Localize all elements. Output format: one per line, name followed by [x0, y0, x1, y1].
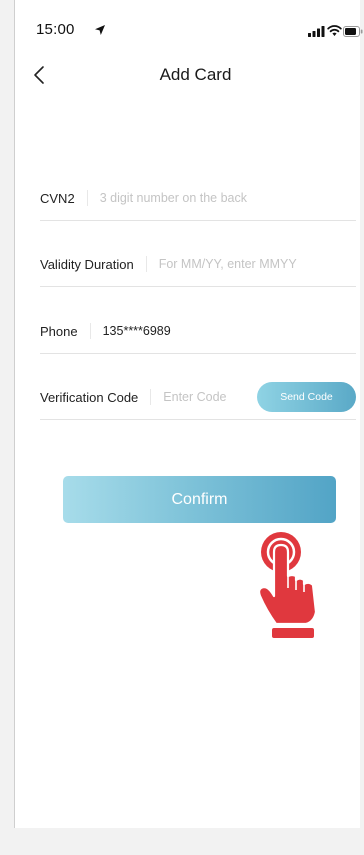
- verification-row: Verification Code Send Code: [40, 375, 356, 420]
- phone-row: Phone 135****6989: [40, 309, 356, 354]
- phone-value: 135****6989: [102, 324, 171, 338]
- send-code-button[interactable]: Send Code: [257, 382, 356, 412]
- field-separator: [89, 323, 91, 339]
- field-separator: [86, 190, 88, 206]
- status-time: 15:00: [36, 21, 75, 38]
- cvn2-row: CVN2: [40, 176, 356, 221]
- device-frame-bottom: [14, 827, 360, 855]
- validity-input[interactable]: [158, 257, 356, 271]
- tap-hand-icon: [258, 532, 318, 638]
- field-separator: [145, 256, 147, 272]
- battery-icon: [343, 26, 363, 37]
- wifi-icon: [327, 25, 342, 36]
- page-title: Add Card: [159, 65, 232, 84]
- signal-icon: [308, 26, 325, 37]
- cvn2-input[interactable]: [99, 191, 356, 205]
- verification-code-input[interactable]: [163, 390, 257, 404]
- phone-label: Phone: [40, 323, 78, 339]
- confirm-button[interactable]: Confirm: [63, 476, 336, 523]
- validity-row: Validity Duration: [40, 242, 356, 287]
- field-separator: [150, 389, 152, 405]
- verification-label: Verification Code: [40, 389, 139, 405]
- validity-label: Validity Duration: [40, 256, 134, 272]
- location-arrow-icon: [95, 25, 105, 35]
- status-bar: 15:00: [15, 0, 363, 58]
- cvn2-label: CVN2: [40, 190, 75, 206]
- phone-screen: 15:00 Add Card CVN2 Validity Duration: [15, 0, 363, 828]
- device-frame-left: [0, 0, 15, 855]
